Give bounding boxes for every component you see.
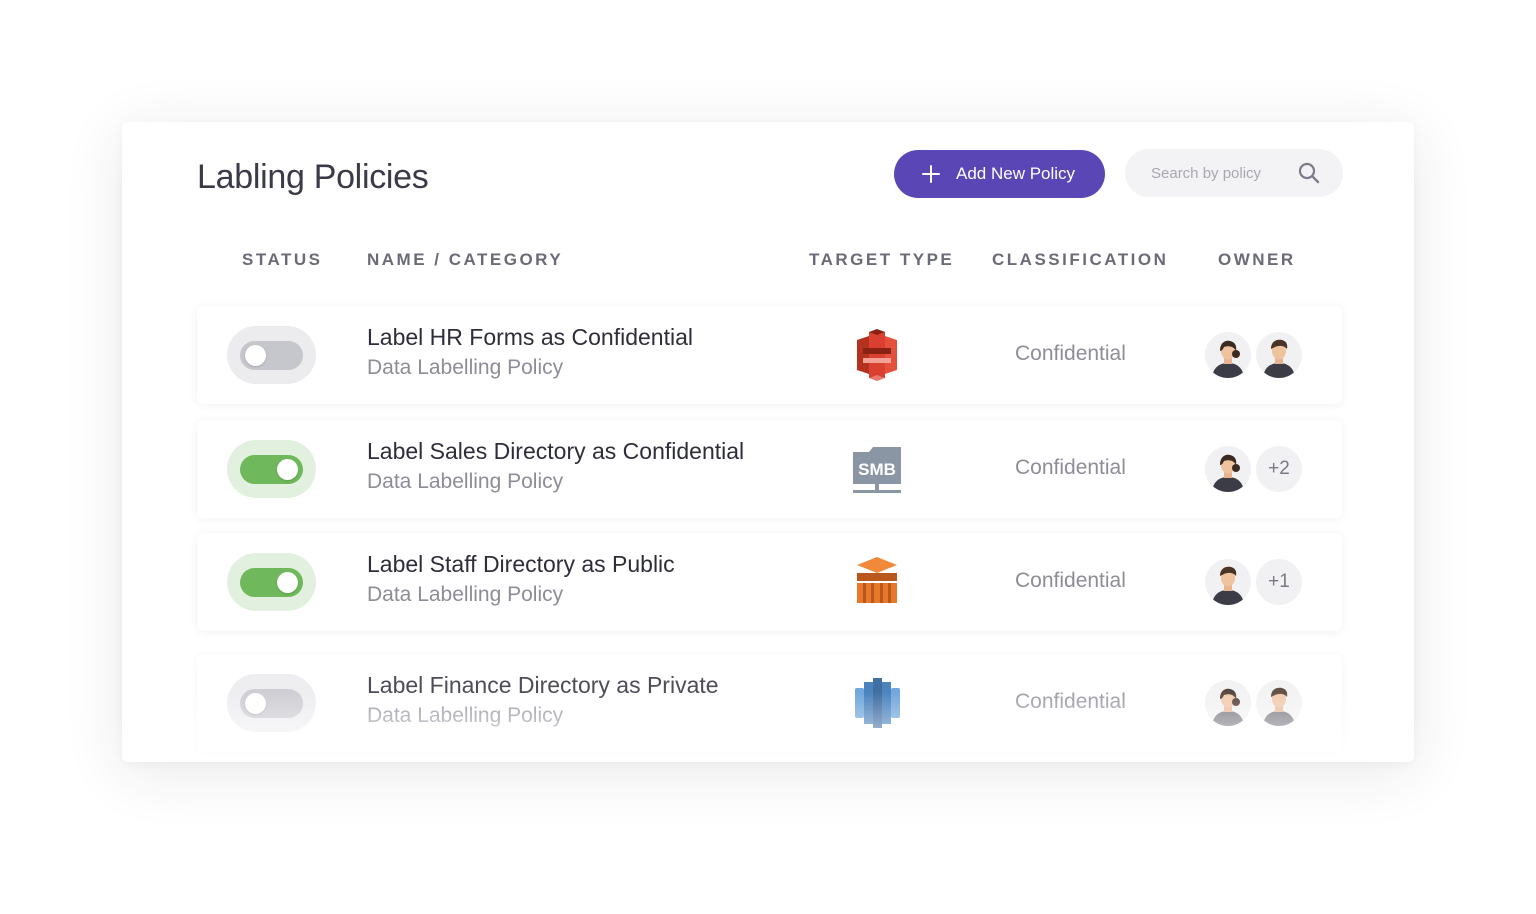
policy-category: Data Labelling Policy xyxy=(367,704,564,727)
classification-value: Confidential xyxy=(1015,456,1126,479)
policy-name[interactable]: Label HR Forms as Confidential xyxy=(367,324,693,351)
column-header-owner[interactable]: OWNER xyxy=(1218,250,1296,270)
page-background: Labling Policies Add New Policy STATUS N… xyxy=(0,0,1536,914)
table-row[interactable]: Label Staff Directory as Public Data Lab… xyxy=(197,533,1342,631)
status-toggle-off[interactable] xyxy=(227,326,316,384)
status-toggle-on[interactable] xyxy=(227,440,316,498)
policy-name[interactable]: Label Finance Directory as Private xyxy=(367,672,719,699)
column-header-status[interactable]: STATUS xyxy=(242,250,322,270)
column-header-classification[interactable]: CLASSIFICATION xyxy=(992,250,1168,270)
classification-value: Confidential xyxy=(1015,569,1126,592)
classification-value: Confidential xyxy=(1015,690,1126,713)
smb-icon-text: SMB xyxy=(858,460,896,479)
toggle-knob xyxy=(277,572,298,593)
column-header-target-type[interactable]: TARGET TYPE xyxy=(809,250,954,270)
search-box[interactable] xyxy=(1125,149,1343,197)
toggle-track xyxy=(240,689,303,718)
add-new-policy-button[interactable]: Add New Policy xyxy=(894,150,1105,198)
table-row[interactable]: Label Sales Directory as Confidential Da… xyxy=(197,420,1342,518)
female-owner-avatar[interactable] xyxy=(1205,680,1251,726)
search-icon[interactable] xyxy=(1297,161,1321,185)
aws-storage-gateway-icon xyxy=(857,557,897,603)
extra-owners-count[interactable]: +2 xyxy=(1256,446,1302,492)
female-owner-avatar[interactable] xyxy=(1205,332,1251,378)
smb-share-icon: SMB xyxy=(853,447,901,493)
policy-category: Data Labelling Policy xyxy=(367,470,564,493)
aws-s3-icon xyxy=(857,329,897,381)
extra-owners-count[interactable]: +1 xyxy=(1256,559,1302,605)
table-row[interactable]: Label Finance Directory as Private Data … xyxy=(197,654,1342,752)
add-new-policy-label: Add New Policy xyxy=(956,164,1076,183)
toggle-track xyxy=(240,568,303,597)
classification-value: Confidential xyxy=(1015,342,1126,365)
policy-name[interactable]: Label Sales Directory as Confidential xyxy=(367,438,744,465)
policy-category: Data Labelling Policy xyxy=(367,583,564,606)
status-toggle-off[interactable] xyxy=(227,674,316,732)
plus-icon xyxy=(922,165,940,183)
male-owner-avatar[interactable] xyxy=(1256,332,1302,378)
page-title: Labling Policies xyxy=(197,158,429,196)
female-owner-avatar[interactable] xyxy=(1205,446,1251,492)
male-owner-avatar[interactable] xyxy=(1205,559,1251,605)
policy-category: Data Labelling Policy xyxy=(367,356,564,379)
policies-panel: Labling Policies Add New Policy STATUS N… xyxy=(122,122,1414,762)
toggle-knob xyxy=(277,459,298,480)
aws-redshift-icon xyxy=(855,678,900,728)
policy-name[interactable]: Label Staff Directory as Public xyxy=(367,551,675,578)
toggle-track xyxy=(240,341,303,370)
table-row[interactable]: Label HR Forms as Confidential Data Labe… xyxy=(197,306,1342,404)
toggle-track xyxy=(240,455,303,484)
status-toggle-on[interactable] xyxy=(227,553,316,611)
toggle-knob xyxy=(245,345,266,366)
search-input[interactable] xyxy=(1149,163,1303,183)
male-owner-avatar[interactable] xyxy=(1256,680,1302,726)
column-header-name-category[interactable]: NAME / CATEGORY xyxy=(367,250,563,270)
toggle-knob xyxy=(245,693,266,714)
